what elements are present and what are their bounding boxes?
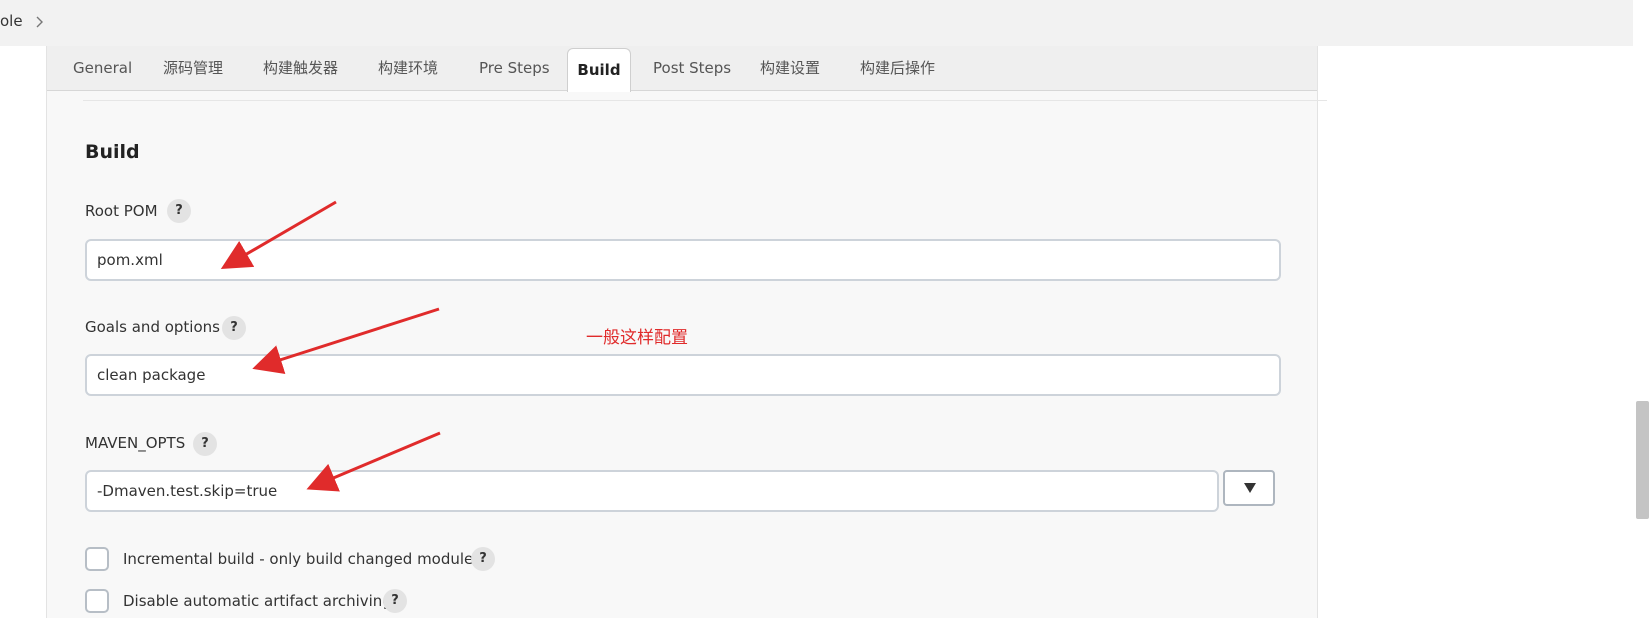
root-pom-label: Root POM: [85, 202, 158, 220]
tab-post-steps[interactable]: Post Steps: [653, 46, 731, 91]
tab-post-build-actions[interactable]: 构建后操作: [860, 46, 935, 91]
root-pom-help-icon[interactable]: ?: [167, 199, 191, 223]
breadcrumb: ole: [0, 0, 1652, 46]
chevron-right-icon: [36, 16, 43, 28]
goals-help-icon[interactable]: ?: [222, 316, 246, 340]
annotation-note: 一般这样配置: [586, 328, 688, 348]
maven-opts-help-icon[interactable]: ?: [193, 432, 217, 456]
goals-input[interactable]: clean package: [85, 354, 1281, 396]
tab-source-code[interactable]: 源码管理: [163, 46, 223, 91]
incremental-build-help-icon[interactable]: ?: [471, 547, 495, 571]
tab-build-triggers[interactable]: 构建触发器: [263, 46, 338, 91]
disable-archiving-checkbox[interactable]: [85, 589, 109, 613]
root-pom-input[interactable]: pom.xml: [85, 239, 1281, 281]
goals-label: Goals and options: [85, 318, 220, 336]
tab-build-environment[interactable]: 构建环境: [378, 46, 438, 91]
scrollbar-thumb[interactable]: [1636, 401, 1649, 519]
section-divider: [83, 100, 1327, 101]
breadcrumb-item[interactable]: ole: [0, 12, 23, 30]
tab-general[interactable]: General: [73, 46, 132, 91]
triangle-down-icon: [1244, 483, 1256, 493]
disable-archiving-help-icon[interactable]: ?: [383, 589, 407, 613]
tab-pre-steps[interactable]: Pre Steps: [479, 46, 550, 91]
section-title: Build: [85, 141, 140, 163]
scrollbar-track[interactable]: [1633, 0, 1652, 618]
incremental-build-checkbox[interactable]: [85, 547, 109, 571]
tab-bar: General 源码管理 构建触发器 构建环境 Pre Steps Build …: [47, 46, 1317, 92]
maven-opts-input[interactable]: -Dmaven.test.skip=true: [85, 470, 1219, 512]
tab-build[interactable]: Build: [567, 48, 631, 92]
tab-build-settings[interactable]: 构建设置: [760, 46, 820, 91]
disable-archiving-label: Disable automatic artifact archiving: [123, 592, 392, 610]
incremental-build-label: Incremental build - only build changed m…: [123, 550, 482, 568]
maven-opts-dropdown-button[interactable]: [1223, 470, 1275, 506]
maven-opts-label: MAVEN_OPTS: [85, 434, 186, 452]
